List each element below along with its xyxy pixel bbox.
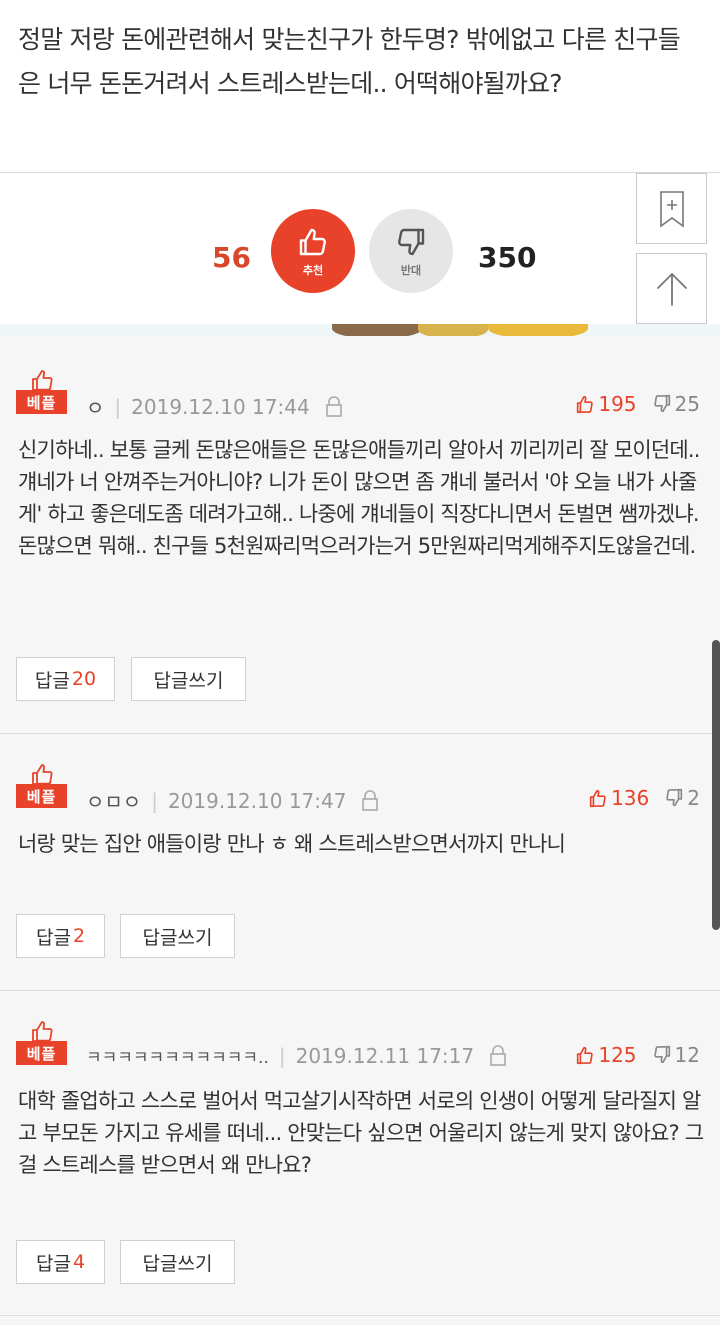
comment-text: 신기하네.. 보통 글케 돈많은애들은 돈많은애들끼리 알아서 끼리끼리 잘 모…: [18, 438, 700, 558]
report-icon[interactable]: [488, 1044, 508, 1067]
reply-count-button[interactable]: 답글 2: [16, 914, 105, 958]
photo-strip: [0, 324, 720, 336]
thumbs-down-icon: [653, 394, 670, 413]
comment-meta: ㅇ | 2019.12.10 17:44: [86, 392, 344, 421]
thumbs-up-icon: [589, 789, 606, 808]
bookmark-plus-icon: [659, 190, 684, 228]
thumbs-down-icon: [398, 228, 425, 256]
comment-stats: 195 25: [574, 392, 700, 416]
scroll-top-button[interactable]: [636, 253, 707, 324]
arrow-up-icon: [656, 272, 687, 306]
comment-meta: ㅇㅁㅇ | 2019.12.10 17:47: [86, 786, 380, 815]
write-reply-button[interactable]: 답글쓰기: [131, 657, 246, 701]
thumbs-up-icon: [299, 228, 326, 256]
best-badge: 베플: [16, 762, 67, 808]
comment-text: 대학 졸업하고 스스로 벌어서 먹고살기시작하면 서로의 인생이 어떻게 달라질…: [18, 1089, 704, 1177]
write-reply-button[interactable]: 답글쓰기: [120, 1240, 235, 1284]
best-badge-label: 베플: [16, 390, 67, 414]
upvote-button[interactable]: 추천: [271, 209, 355, 293]
comment-stats: 125 12: [574, 1043, 700, 1067]
comment-downvote[interactable]: 12: [651, 1043, 700, 1067]
best-badge: 베플: [16, 1019, 67, 1065]
comment-downvote[interactable]: 2: [663, 786, 700, 810]
comment-author: ㅇㅁㅇ: [86, 790, 142, 814]
downvote-button[interactable]: 반대: [369, 209, 453, 293]
comment-date: 2019.12.11 17:17: [295, 1043, 475, 1068]
downvote-count: 350: [478, 241, 537, 274]
comment-upvote[interactable]: 136: [587, 786, 649, 810]
comment-text: 너랑 맞는 집안 애들이랑 만나 ㅎ 왜 스트레스받으면서까지 만나니: [18, 832, 566, 856]
comment-item: 베플 ㅇㅁㅇ | 2019.12.10 17:47 136 2 너랑 맞는 집안…: [0, 734, 720, 991]
comment-stats: 136 2: [587, 786, 700, 810]
thumbs-up-icon: [577, 1046, 594, 1065]
comment-item: 베플 ㅇ | 2019.12.10 17:44 195 25 신기하네.. 보통…: [0, 336, 720, 734]
write-reply-button[interactable]: 답글쓰기: [120, 914, 235, 958]
thumbs-up-icon: [577, 395, 594, 414]
reply-count-button[interactable]: 답글 20: [16, 657, 115, 701]
thumbs-up-icon: [32, 1021, 53, 1042]
comment-item: 베플 ㅋㅋㅋㅋㅋㅋㅋㅋㅋㅋㅋ.. | 2019.12.11 17:17 125 …: [0, 991, 720, 1316]
comment-upvote[interactable]: 195: [574, 392, 637, 416]
scrollbar[interactable]: [712, 640, 720, 930]
comment-author: ㅋㅋㅋㅋㅋㅋㅋㅋㅋㅋㅋ..: [86, 1048, 269, 1068]
comment-author: ㅇ: [86, 396, 105, 420]
report-icon[interactable]: [360, 789, 380, 812]
post-text: 정말 저랑 돈에관련해서 맞는친구가 한두명? 밖에없고 다른 친구들은 너무 …: [18, 25, 681, 98]
best-badge-label: 베플: [16, 1041, 67, 1065]
upvote-label: 추천: [302, 264, 324, 277]
report-icon[interactable]: [324, 395, 344, 418]
bookmark-button[interactable]: [636, 173, 707, 244]
post-body: 정말 저랑 돈에관련해서 맞는친구가 한두명? 밖에없고 다른 친구들은 너무 …: [0, 0, 720, 172]
comment-meta: ㅋㅋㅋㅋㅋㅋㅋㅋㅋㅋㅋ.. | 2019.12.11 17:17: [86, 1043, 508, 1068]
comment-list: 베플 ㅇ | 2019.12.10 17:44 195 25 신기하네.. 보통…: [0, 336, 720, 1325]
comment-date: 2019.12.10 17:47: [167, 788, 347, 813]
comment-date: 2019.12.10 17:44: [131, 394, 310, 419]
thumbs-up-icon: [32, 764, 53, 785]
thumbs-down-icon: [653, 1045, 670, 1064]
best-badge-label: 베플: [16, 784, 67, 808]
thumbs-down-icon: [666, 788, 683, 807]
vote-area: 56 추천 반대 350: [0, 173, 720, 328]
upvote-count: 56: [212, 241, 251, 274]
comment-downvote[interactable]: 25: [651, 392, 700, 416]
thumbs-up-icon: [32, 370, 53, 391]
comment-upvote[interactable]: 125: [574, 1043, 637, 1067]
best-badge: 베플: [16, 368, 67, 414]
reply-count-button[interactable]: 답글 4: [16, 1240, 105, 1284]
downvote-label: 반대: [400, 264, 422, 277]
